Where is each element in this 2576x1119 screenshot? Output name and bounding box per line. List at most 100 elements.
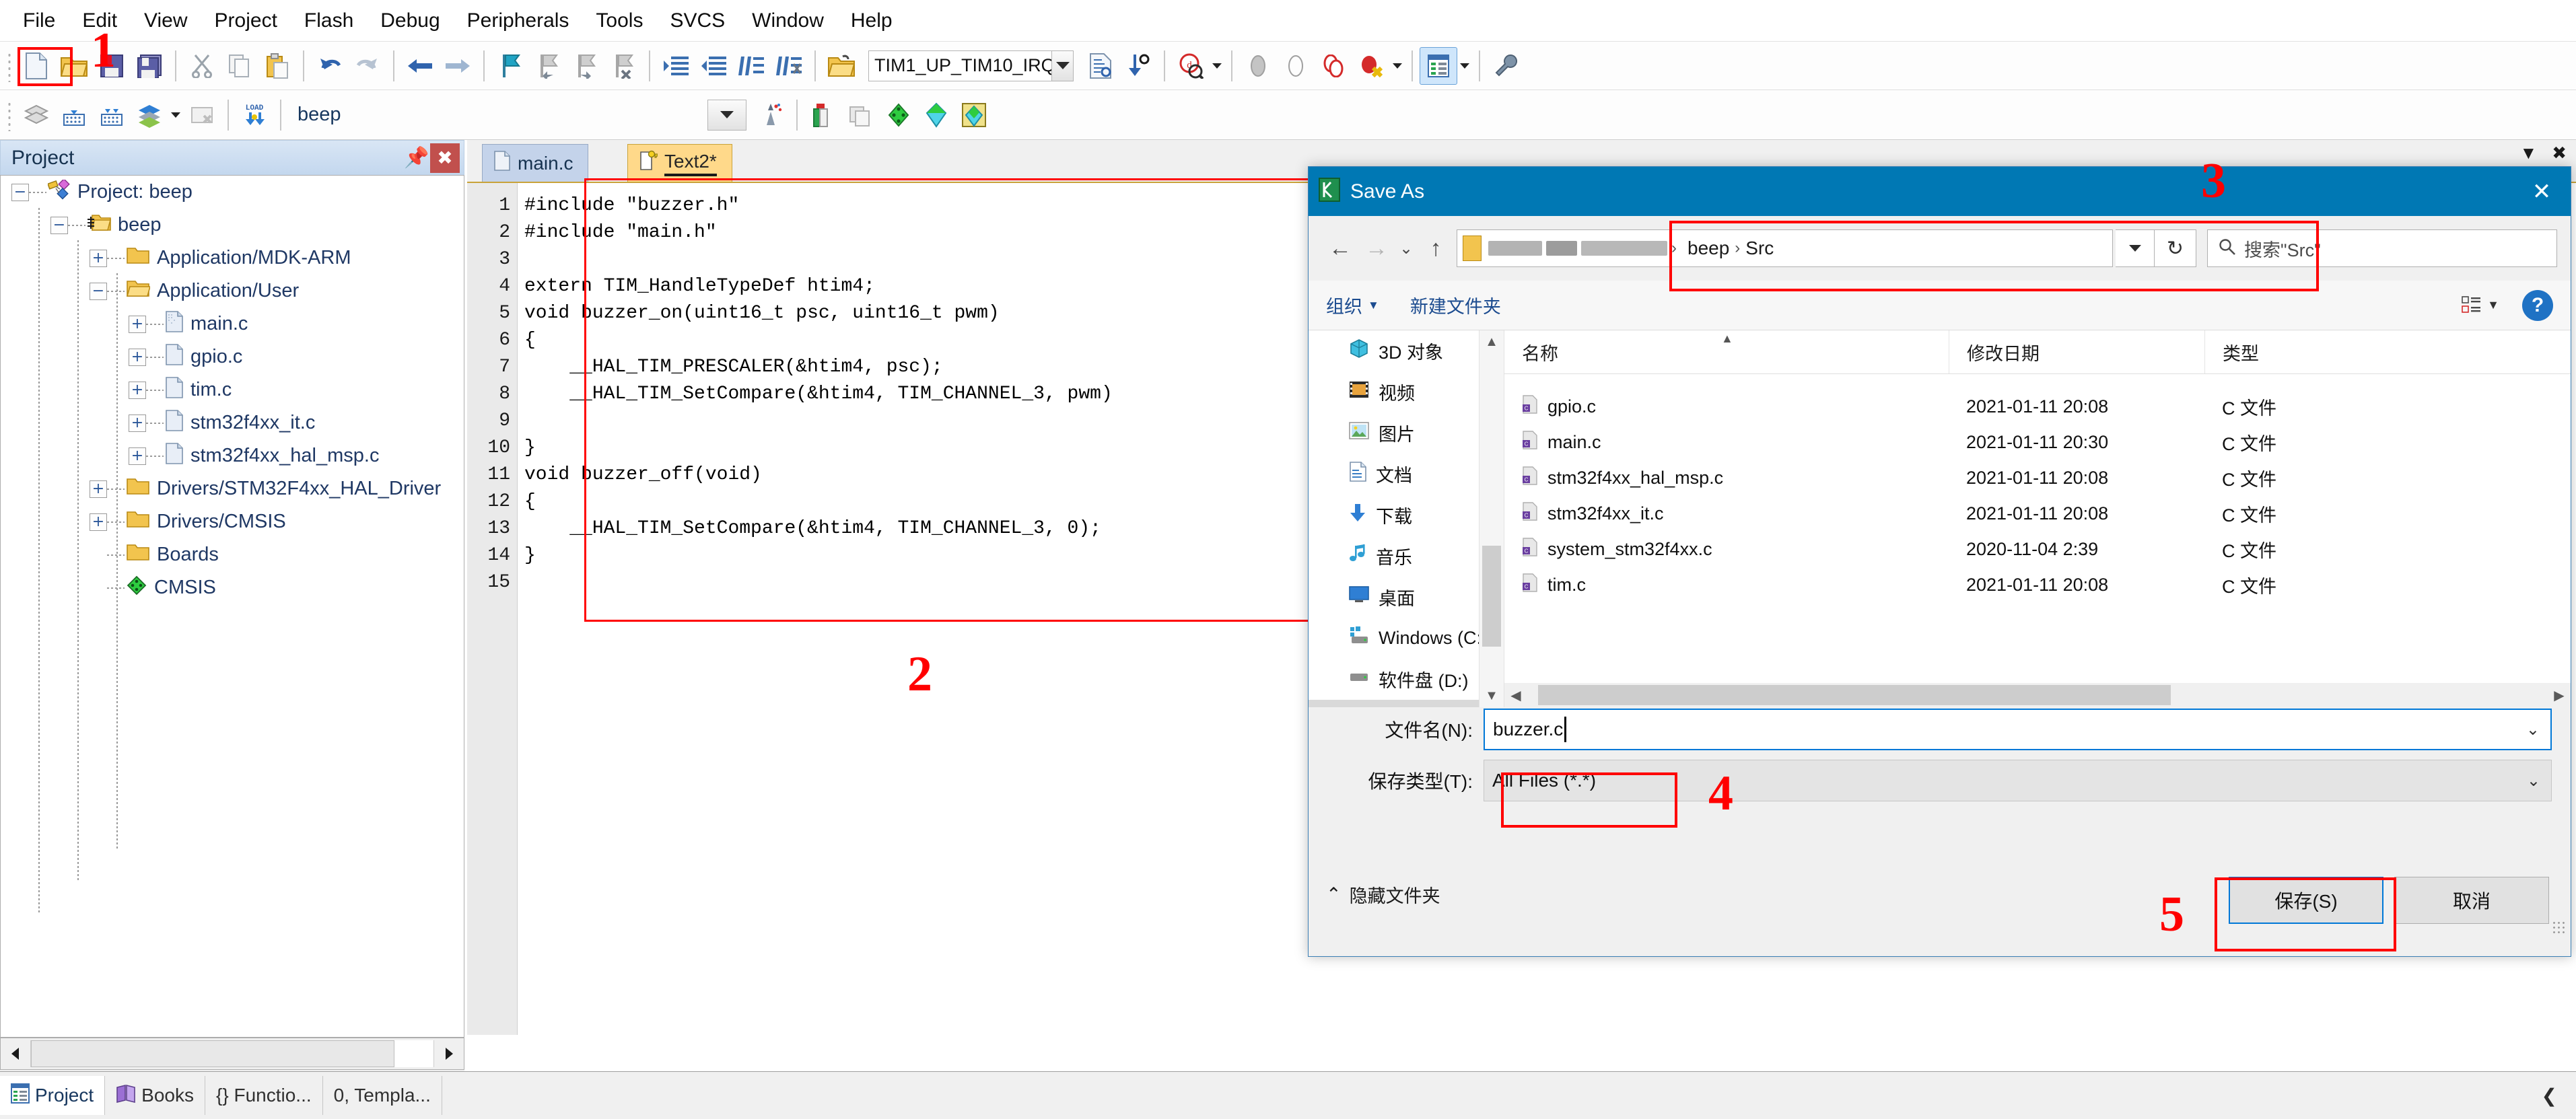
- batch-build-icon[interactable]: [131, 96, 168, 134]
- expander-icon[interactable]: −: [50, 217, 68, 234]
- view-layout-icon[interactable]: ▼: [2462, 295, 2499, 316]
- chevron-down-icon[interactable]: [1457, 48, 1472, 84]
- bookmark-toggle-icon[interactable]: [491, 47, 529, 85]
- close-icon[interactable]: ✖: [2552, 143, 2567, 164]
- editor-tab-text2[interactable]: Text2*: [627, 144, 732, 182]
- bookmark-next-icon[interactable]: [567, 47, 604, 85]
- save-button[interactable]: 保存(S): [2229, 877, 2383, 924]
- breakpoint-blank-icon[interactable]: [1277, 47, 1315, 85]
- place-downloads[interactable]: 下载: [1309, 495, 1504, 536]
- cut-icon[interactable]: [183, 47, 221, 85]
- filename-input[interactable]: buzzer.c ⌄: [1484, 709, 2552, 750]
- place-pictures[interactable]: 图片: [1309, 412, 1504, 454]
- breakpoint-disabled-icon[interactable]: [1239, 47, 1277, 85]
- search-input[interactable]: 搜索"Src": [2207, 229, 2557, 267]
- chevron-down-icon[interactable]: ▼: [2519, 143, 2537, 164]
- tree-item-drivers-cmsis[interactable]: + Drivers/CMSIS: [1, 505, 464, 538]
- arrow-left-icon[interactable]: ←: [1322, 230, 1358, 266]
- chevron-down-icon[interactable]: [2116, 229, 2155, 267]
- scroll-left-icon[interactable]: [1, 1039, 30, 1069]
- bottom-tab-functions[interactable]: {} Functio...: [205, 1076, 323, 1115]
- chevron-down-icon[interactable]: [168, 97, 183, 133]
- expander-icon[interactable]: +: [90, 480, 107, 498]
- expander-icon[interactable]: +: [90, 513, 107, 531]
- toolbar-grip[interactable]: [5, 99, 12, 131]
- cancel-button[interactable]: 取消: [2394, 877, 2549, 924]
- place-documents[interactable]: 文档: [1309, 454, 1504, 495]
- translate-icon[interactable]: [18, 96, 55, 134]
- tree-item-application-user[interactable]: − Application/User: [1, 275, 464, 308]
- indent-icon[interactable]: [657, 47, 695, 85]
- expander-icon[interactable]: −: [11, 184, 29, 201]
- scrollbar-thumb[interactable]: [1482, 546, 1501, 647]
- target-combo[interactable]: [707, 100, 746, 131]
- breadcrumb-beep[interactable]: beep: [1682, 238, 1735, 259]
- file-list[interactable]: ▲ 名称 修改日期 类型 C gpio.c 2021-01-11 20:08: [1504, 330, 2571, 707]
- tree-item-boards[interactable]: Boards: [1, 538, 464, 571]
- menu-item-flash[interactable]: Flash: [291, 5, 367, 36]
- new-folder-button[interactable]: 新建文件夹: [1410, 292, 1501, 318]
- menu-item-peripherals[interactable]: Peripherals: [454, 5, 583, 36]
- insert-file-icon[interactable]: [1082, 47, 1119, 85]
- expander-icon[interactable]: −: [90, 283, 107, 300]
- paste-icon[interactable]: [258, 47, 296, 85]
- breakpoint-kill-all-icon[interactable]: [1352, 47, 1390, 85]
- editor-tab-main-c[interactable]: main.c: [482, 144, 588, 182]
- outdent-icon[interactable]: [695, 47, 732, 85]
- file-row[interactable]: C tim.c 2021-01-11 20:08 C 文件: [1504, 567, 2571, 603]
- tree-item-application-mdk-arm[interactable]: + Application/MDK-ARM: [1, 242, 464, 275]
- tree-item-stm32f4xx-hal-msp-c[interactable]: + stm32f4xx_hal_msp.c: [1, 439, 464, 472]
- tree-item-gpio-c[interactable]: + gpio.c: [1, 340, 464, 373]
- close-icon[interactable]: ✖: [430, 143, 460, 173]
- place-music[interactable]: 音乐: [1309, 536, 1504, 577]
- places-scrollbar[interactable]: ▲ ▼: [1479, 330, 1504, 707]
- build-icon[interactable]: [55, 96, 93, 134]
- close-icon[interactable]: ✕: [2513, 167, 2571, 216]
- scroll-right-icon[interactable]: ▶: [2548, 687, 2571, 704]
- uncomment-icon[interactable]: [770, 47, 808, 85]
- chevron-down-icon[interactable]: [1390, 48, 1405, 84]
- menu-item-svcs[interactable]: SVCS: [656, 5, 738, 36]
- project-tree-hscrollbar[interactable]: [0, 1038, 464, 1070]
- redo-icon[interactable]: [349, 47, 386, 85]
- file-row[interactable]: C main.c 2021-01-11 20:30 C 文件: [1504, 425, 2571, 460]
- load-icon[interactable]: LOAD: [236, 96, 273, 134]
- filetype-select[interactable]: All Files (*.*) ⌄: [1484, 760, 2552, 801]
- expander-icon[interactable]: +: [129, 382, 146, 399]
- scroll-right-icon[interactable]: [434, 1039, 464, 1069]
- column-header-modified[interactable]: 修改日期: [1949, 330, 2204, 373]
- file-list-hscrollbar[interactable]: ◀ ▶: [1504, 683, 2571, 707]
- project-tree[interactable]: − Project: beep − beep + Application/MDK…: [0, 175, 464, 1038]
- toolbar-grip[interactable]: [5, 50, 12, 82]
- navigate-back-icon[interactable]: [401, 47, 439, 85]
- menu-item-debug[interactable]: Debug: [367, 5, 453, 36]
- menu-item-project[interactable]: Project: [201, 5, 291, 36]
- file-row[interactable]: C stm32f4xx_it.c 2021-01-11 20:08 C 文件: [1504, 496, 2571, 532]
- file-row[interactable]: C gpio.c 2021-01-11 20:08 C 文件: [1504, 389, 2571, 425]
- arrow-up-icon[interactable]: ↑: [1418, 230, 1454, 266]
- expander-icon[interactable]: +: [90, 250, 107, 267]
- expander-icon[interactable]: +: [129, 349, 146, 366]
- file-row[interactable]: C system_stm32f4xx.c 2020-11-04 2:39 C 文…: [1504, 532, 2571, 567]
- templates-icon[interactable]: [917, 96, 955, 134]
- manage-components-icon[interactable]: [955, 96, 993, 134]
- breadcrumb[interactable]: › beep › Src: [1457, 229, 2113, 267]
- scrollbar-thumb[interactable]: [1538, 685, 2171, 705]
- new-file-icon[interactable]: [18, 47, 55, 85]
- expander-icon[interactable]: +: [129, 447, 146, 465]
- target-options-icon[interactable]: [752, 96, 790, 134]
- chevron-down-icon[interactable]: [1210, 48, 1224, 84]
- configuration-wizard-icon[interactable]: [1487, 47, 1525, 85]
- chevron-down-icon[interactable]: ⌄: [2527, 771, 2540, 791]
- expander-icon[interactable]: +: [129, 316, 146, 333]
- open-file-icon[interactable]: [55, 47, 93, 85]
- place-videos[interactable]: 视频: [1309, 371, 1504, 412]
- help-icon[interactable]: ?: [2522, 290, 2553, 321]
- symbol-combo[interactable]: TIM1_UP_TIM10_IRQHand: [868, 50, 1074, 81]
- chevron-down-icon[interactable]: [708, 100, 746, 130]
- navigate-forward-icon[interactable]: [439, 47, 477, 85]
- scrollbar-track[interactable]: [30, 1040, 434, 1067]
- tree-item-project-beep[interactable]: − Project: beep: [1, 176, 464, 209]
- tree-item-stm32f4xx-it-c[interactable]: + stm32f4xx_it.c: [1, 406, 464, 439]
- tree-item-beep[interactable]: − beep: [1, 209, 464, 242]
